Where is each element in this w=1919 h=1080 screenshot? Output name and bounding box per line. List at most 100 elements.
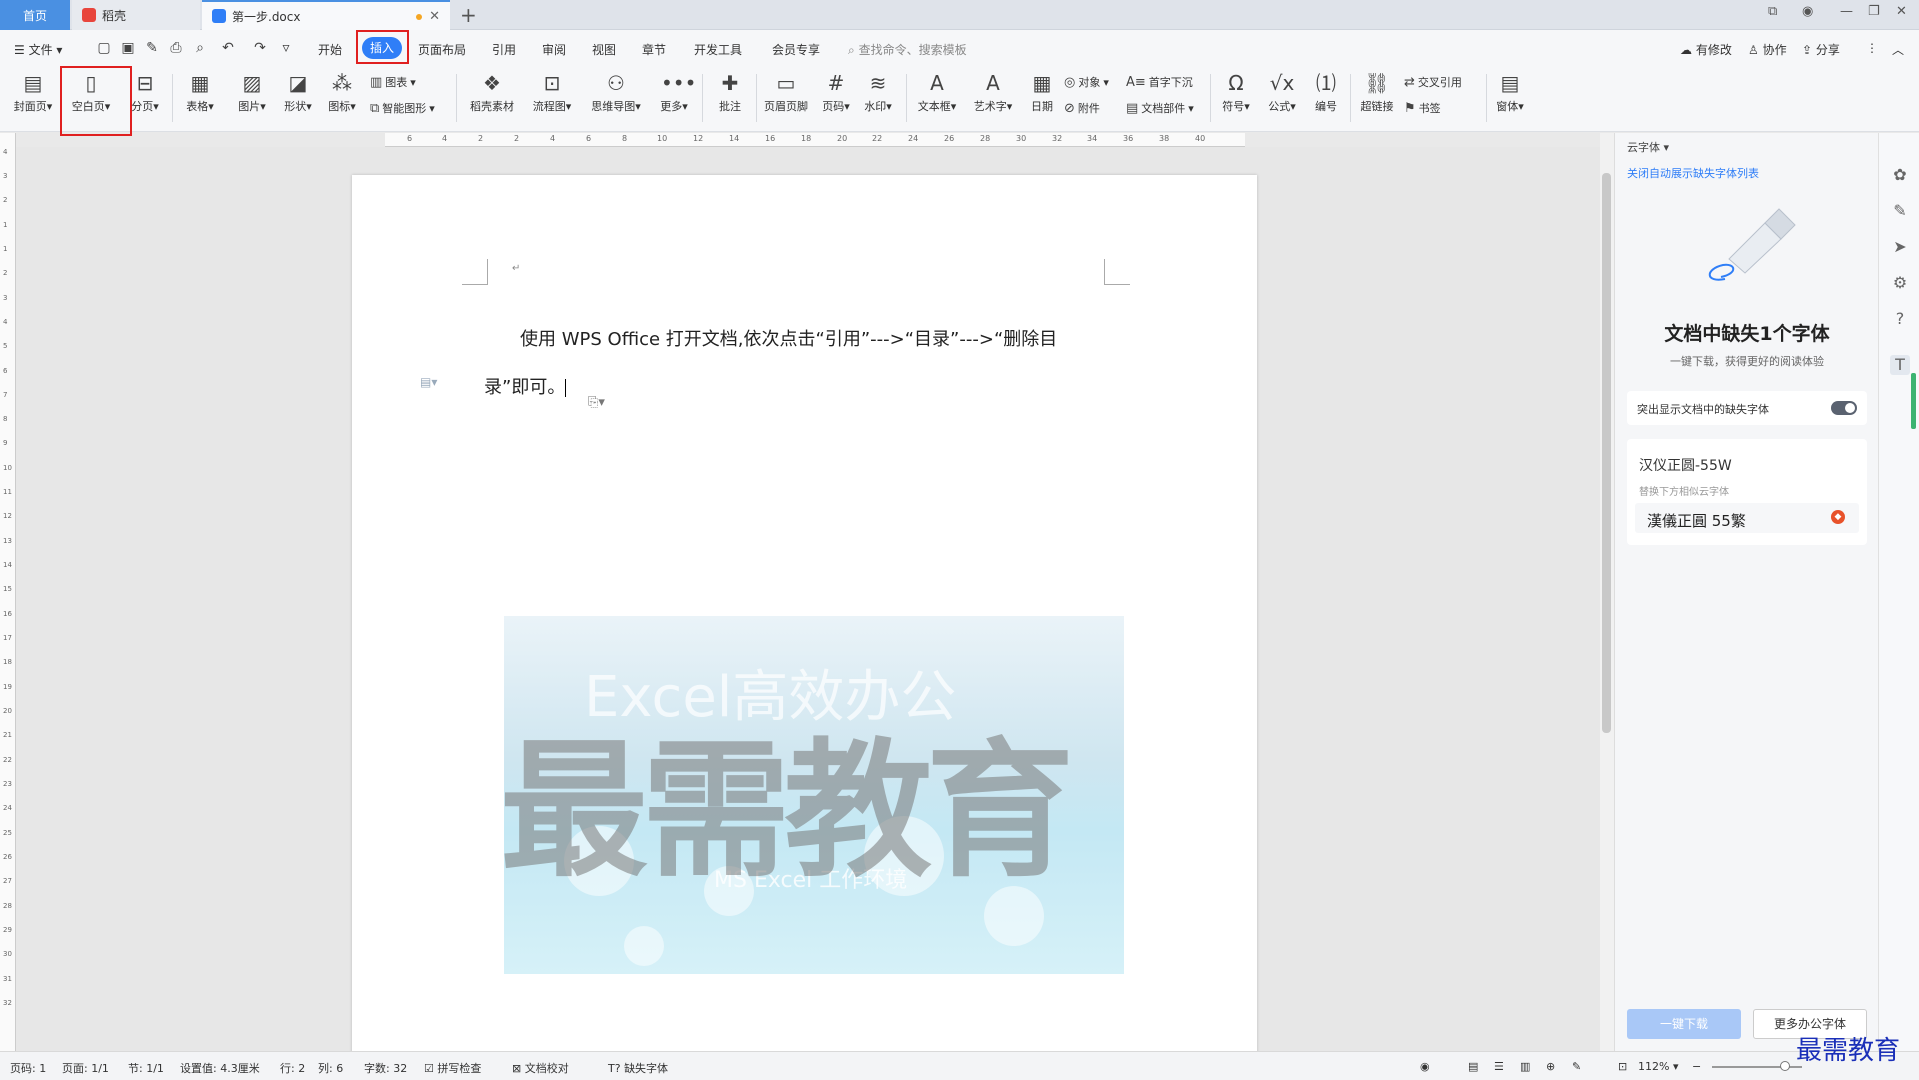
drop-cap-button[interactable]: A≡ 首字下沉: [1126, 74, 1193, 90]
numbering-button[interactable]: ⑴ 编号: [1306, 70, 1346, 114]
zoom-level[interactable]: 112% ▾: [1638, 1060, 1678, 1073]
smartart-button[interactable]: ⧉ 智能图形 ▾: [370, 100, 435, 116]
share-button[interactable]: ⇪ 分享: [1802, 41, 1840, 58]
status-page[interactable]: 页面: 1/1: [62, 1060, 109, 1076]
status-word-count[interactable]: 字数: 32: [364, 1060, 407, 1076]
vertical-ruler[interactable]: 4 3 2 1 1 2 3 4 5 6 7 8 9 10 11 12 13 14 15 16 17 18 19 20 21 22 2…: [0, 133, 16, 1051]
header-footer-button[interactable]: ▭ 页眉页脚: [758, 70, 814, 114]
save-icon[interactable]: ▣: [120, 40, 136, 56]
textbox-button[interactable]: A 文本框▾: [912, 70, 962, 114]
symbol-button[interactable]: Ω 符号▾: [1216, 70, 1256, 114]
avatar[interactable]: ◉: [1802, 4, 1813, 19]
page-number-button[interactable]: # 页码▾: [816, 70, 856, 114]
body-paragraph-line1[interactable]: 使用 WPS Office 打开文档,依次点击“引用”--->“目录”--->“…: [520, 325, 1057, 351]
write-view-icon[interactable]: ✎: [1572, 1060, 1581, 1073]
cover-page-button[interactable]: ▤ 封面页▾: [10, 70, 56, 114]
search-box[interactable]: ⌕ 查找命令、搜索模板: [848, 41, 967, 58]
zoom-out-button[interactable]: −: [1692, 1060, 1701, 1073]
menu-developer[interactable]: 开发工具: [694, 41, 742, 58]
missing-font-button[interactable]: T? 缺失字体: [608, 1060, 668, 1076]
comment-button[interactable]: ✚ 批注: [710, 70, 750, 114]
format-painter-icon[interactable]: ✎: [144, 40, 160, 56]
select-icon[interactable]: ➤: [1890, 237, 1910, 257]
cross-reference-button[interactable]: ⇄ 交叉引用: [1404, 74, 1462, 90]
highlight-missing-toggle[interactable]: [1831, 401, 1857, 415]
menu-section[interactable]: 章节: [642, 41, 666, 58]
outline-view-icon[interactable]: ☰: [1494, 1060, 1504, 1073]
mindmap-button[interactable]: ⚇ 思维导图▾: [586, 70, 646, 114]
attachment-button[interactable]: ⊘ 附件: [1064, 100, 1100, 116]
menu-page-layout[interactable]: 页面布局: [418, 41, 466, 58]
web-view-icon[interactable]: ⊕: [1546, 1060, 1555, 1073]
new-tab-button[interactable]: +: [460, 3, 477, 27]
shape-button[interactable]: ◪ 形状▾: [278, 70, 318, 114]
date-button[interactable]: ▦ 日期: [1022, 70, 1062, 114]
eye-protection-icon[interactable]: ◉: [1420, 1060, 1430, 1073]
restore-button[interactable]: ❐: [1868, 4, 1880, 19]
replacement-font-option[interactable]: 漢儀正圓 55繁 ◆: [1635, 503, 1859, 533]
status-column[interactable]: 列: 6: [318, 1060, 343, 1076]
tab-document[interactable]: 第一步.docx ✕: [202, 0, 450, 30]
material-button[interactable]: ❖ 稻壳素材: [466, 70, 518, 114]
print-icon[interactable]: ⎙: [168, 40, 184, 56]
status-row[interactable]: 行: 2: [280, 1060, 305, 1076]
spell-check-button[interactable]: ☑ 拼写检查: [424, 1060, 481, 1076]
vertical-scrollbar[interactable]: [1600, 133, 1614, 1051]
style-icon[interactable]: ✿: [1890, 165, 1910, 185]
redo-icon[interactable]: ↷: [252, 40, 268, 56]
wordart-button[interactable]: A 艺术字▾: [968, 70, 1018, 114]
changes-button[interactable]: ☁ 有修改: [1680, 41, 1732, 58]
hyperlink-button[interactable]: ⛓ 超链接: [1354, 70, 1400, 114]
close-tab-icon[interactable]: ✕: [429, 9, 440, 24]
layout-icon[interactable]: ⧉: [1768, 4, 1777, 19]
horizontal-ruler[interactable]: 6 4 2 2 4 6 8 10 12 14 16 18 20 22 24 26 28 30 32 34 36 38 40: [385, 133, 1245, 147]
paragraph-handle-icon[interactable]: ▤▾: [420, 375, 437, 389]
chart-button[interactable]: ▥ 图表 ▾: [370, 74, 416, 90]
file-menu[interactable]: ☰ 文件 ▾: [14, 41, 62, 58]
page-view-icon[interactable]: ▤: [1468, 1060, 1478, 1073]
table-button[interactable]: ▦ 表格▾: [180, 70, 220, 114]
tab-daoke[interactable]: 稻壳: [72, 0, 200, 30]
bookmark-button[interactable]: ⚑ 书签: [1404, 100, 1441, 116]
more-options-icon[interactable]: ⋮: [1866, 41, 1878, 55]
icon-button[interactable]: ⁂ 图标▾: [322, 70, 362, 114]
zoom-slider-thumb[interactable]: [1780, 1061, 1790, 1071]
reading-view-icon[interactable]: ▥: [1520, 1060, 1530, 1073]
panel-title[interactable]: 云字体 ▾: [1627, 139, 1669, 155]
status-setting[interactable]: 设置值: 4.3厘米: [180, 1060, 260, 1076]
status-page-code[interactable]: 页码: 1: [10, 1060, 46, 1076]
object-button[interactable]: ◎ 对象 ▾: [1064, 74, 1109, 90]
tab-home[interactable]: 首页: [0, 0, 70, 30]
scrollbar-thumb[interactable]: [1602, 173, 1611, 733]
close-auto-list-link[interactable]: 关闭自动展示缺失字体列表: [1627, 165, 1759, 181]
minimize-button[interactable]: —: [1840, 4, 1853, 19]
page-break-button[interactable]: ⊟ 分页▾: [126, 70, 164, 114]
flowchart-button[interactable]: ⊡ 流程图▾: [528, 70, 576, 114]
menu-start[interactable]: 开始: [318, 41, 342, 58]
body-paragraph-line2[interactable]: 录”即可。: [484, 373, 567, 399]
font-panel-icon[interactable]: T: [1890, 355, 1910, 375]
proofread-button[interactable]: ⊠ 文档校对: [512, 1060, 569, 1076]
print-preview-icon[interactable]: ⌕: [192, 40, 208, 56]
watermark-button[interactable]: ≋ 水印▾: [858, 70, 898, 114]
picture-button[interactable]: ▨ 图片▾: [232, 70, 272, 114]
formula-button[interactable]: √x 公式▾: [1262, 70, 1302, 114]
collaborate-button[interactable]: ♙ 协作: [1748, 41, 1787, 58]
form-button[interactable]: ▤ 窗体▾: [1490, 70, 1530, 114]
fit-page-icon[interactable]: ⊡: [1618, 1060, 1627, 1073]
more-button[interactable]: ••• 更多▾: [654, 70, 696, 114]
one-click-download-button[interactable]: 一键下载: [1627, 1009, 1741, 1039]
edit-icon[interactable]: ✎: [1890, 201, 1910, 221]
close-window-button[interactable]: ✕: [1896, 4, 1907, 19]
customize-icon[interactable]: ▿: [278, 40, 294, 56]
collapse-ribbon-icon[interactable]: ︿: [1892, 41, 1904, 58]
menu-review[interactable]: 审阅: [542, 41, 566, 58]
menu-member[interactable]: 会员专享: [772, 41, 820, 58]
undo-icon[interactable]: ↶: [220, 40, 236, 56]
menu-references[interactable]: 引用: [492, 41, 516, 58]
menu-view[interactable]: 视图: [592, 41, 616, 58]
paste-options-icon[interactable]: ⎘▾: [588, 395, 605, 410]
doc-part-button[interactable]: ▤ 文档部件 ▾: [1126, 100, 1194, 116]
help-icon[interactable]: ?: [1890, 309, 1910, 329]
new-doc-icon[interactable]: ▢: [96, 40, 112, 56]
